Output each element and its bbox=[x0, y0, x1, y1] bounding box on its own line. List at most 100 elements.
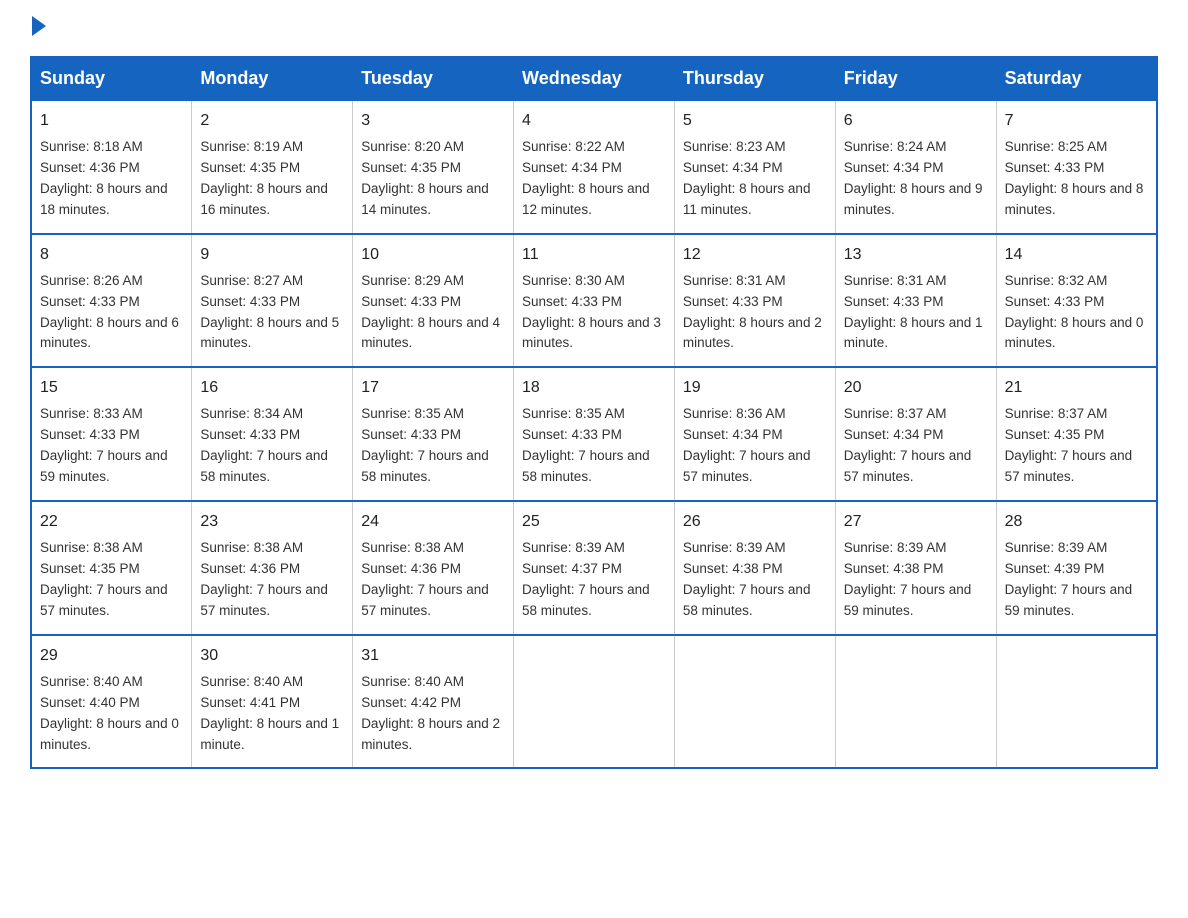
day-number: 14 bbox=[1005, 243, 1148, 267]
calendar-cell: 5 Sunrise: 8:23 AMSunset: 4:34 PMDayligh… bbox=[674, 100, 835, 234]
day-info: Sunrise: 8:31 AMSunset: 4:33 PMDaylight:… bbox=[844, 273, 983, 351]
calendar-cell: 28 Sunrise: 8:39 AMSunset: 4:39 PMDaylig… bbox=[996, 501, 1157, 635]
day-info: Sunrise: 8:37 AMSunset: 4:35 PMDaylight:… bbox=[1005, 406, 1133, 484]
day-number: 7 bbox=[1005, 109, 1148, 133]
day-number: 21 bbox=[1005, 376, 1148, 400]
calendar-week-row: 15 Sunrise: 8:33 AMSunset: 4:33 PMDaylig… bbox=[31, 367, 1157, 501]
calendar-cell: 17 Sunrise: 8:35 AMSunset: 4:33 PMDaylig… bbox=[353, 367, 514, 501]
day-number: 13 bbox=[844, 243, 988, 267]
day-number: 23 bbox=[200, 510, 344, 534]
page-header bbox=[30, 20, 1158, 36]
day-number: 4 bbox=[522, 109, 666, 133]
calendar-cell bbox=[674, 635, 835, 769]
day-info: Sunrise: 8:39 AMSunset: 4:39 PMDaylight:… bbox=[1005, 540, 1133, 618]
day-info: Sunrise: 8:22 AMSunset: 4:34 PMDaylight:… bbox=[522, 139, 650, 217]
calendar-cell: 15 Sunrise: 8:33 AMSunset: 4:33 PMDaylig… bbox=[31, 367, 192, 501]
day-info: Sunrise: 8:19 AMSunset: 4:35 PMDaylight:… bbox=[200, 139, 328, 217]
calendar-week-row: 22 Sunrise: 8:38 AMSunset: 4:35 PMDaylig… bbox=[31, 501, 1157, 635]
calendar-cell: 4 Sunrise: 8:22 AMSunset: 4:34 PMDayligh… bbox=[514, 100, 675, 234]
logo bbox=[30, 20, 46, 36]
day-info: Sunrise: 8:37 AMSunset: 4:34 PMDaylight:… bbox=[844, 406, 972, 484]
day-info: Sunrise: 8:30 AMSunset: 4:33 PMDaylight:… bbox=[522, 273, 661, 351]
day-info: Sunrise: 8:31 AMSunset: 4:33 PMDaylight:… bbox=[683, 273, 822, 351]
calendar-body: 1 Sunrise: 8:18 AMSunset: 4:36 PMDayligh… bbox=[31, 100, 1157, 768]
day-info: Sunrise: 8:39 AMSunset: 4:38 PMDaylight:… bbox=[844, 540, 972, 618]
weekday-header-monday: Monday bbox=[192, 57, 353, 100]
day-info: Sunrise: 8:29 AMSunset: 4:33 PMDaylight:… bbox=[361, 273, 500, 351]
day-number: 19 bbox=[683, 376, 827, 400]
calendar-cell: 31 Sunrise: 8:40 AMSunset: 4:42 PMDaylig… bbox=[353, 635, 514, 769]
day-info: Sunrise: 8:33 AMSunset: 4:33 PMDaylight:… bbox=[40, 406, 168, 484]
day-info: Sunrise: 8:18 AMSunset: 4:36 PMDaylight:… bbox=[40, 139, 168, 217]
calendar-week-row: 29 Sunrise: 8:40 AMSunset: 4:40 PMDaylig… bbox=[31, 635, 1157, 769]
calendar-cell: 29 Sunrise: 8:40 AMSunset: 4:40 PMDaylig… bbox=[31, 635, 192, 769]
day-number: 20 bbox=[844, 376, 988, 400]
calendar-cell: 19 Sunrise: 8:36 AMSunset: 4:34 PMDaylig… bbox=[674, 367, 835, 501]
day-number: 31 bbox=[361, 644, 505, 668]
day-info: Sunrise: 8:23 AMSunset: 4:34 PMDaylight:… bbox=[683, 139, 811, 217]
day-info: Sunrise: 8:40 AMSunset: 4:42 PMDaylight:… bbox=[361, 674, 500, 752]
day-number: 9 bbox=[200, 243, 344, 267]
day-number: 6 bbox=[844, 109, 988, 133]
calendar-cell: 1 Sunrise: 8:18 AMSunset: 4:36 PMDayligh… bbox=[31, 100, 192, 234]
logo-line1 bbox=[30, 20, 46, 36]
day-number: 18 bbox=[522, 376, 666, 400]
calendar-cell: 13 Sunrise: 8:31 AMSunset: 4:33 PMDaylig… bbox=[835, 234, 996, 368]
calendar-cell: 2 Sunrise: 8:19 AMSunset: 4:35 PMDayligh… bbox=[192, 100, 353, 234]
calendar-cell: 9 Sunrise: 8:27 AMSunset: 4:33 PMDayligh… bbox=[192, 234, 353, 368]
day-info: Sunrise: 8:38 AMSunset: 4:36 PMDaylight:… bbox=[361, 540, 489, 618]
day-number: 30 bbox=[200, 644, 344, 668]
day-info: Sunrise: 8:27 AMSunset: 4:33 PMDaylight:… bbox=[200, 273, 339, 351]
day-info: Sunrise: 8:26 AMSunset: 4:33 PMDaylight:… bbox=[40, 273, 179, 351]
day-number: 25 bbox=[522, 510, 666, 534]
day-info: Sunrise: 8:38 AMSunset: 4:36 PMDaylight:… bbox=[200, 540, 328, 618]
calendar-cell: 7 Sunrise: 8:25 AMSunset: 4:33 PMDayligh… bbox=[996, 100, 1157, 234]
calendar-cell: 21 Sunrise: 8:37 AMSunset: 4:35 PMDaylig… bbox=[996, 367, 1157, 501]
calendar-cell: 10 Sunrise: 8:29 AMSunset: 4:33 PMDaylig… bbox=[353, 234, 514, 368]
calendar-cell: 14 Sunrise: 8:32 AMSunset: 4:33 PMDaylig… bbox=[996, 234, 1157, 368]
day-number: 16 bbox=[200, 376, 344, 400]
calendar-cell bbox=[996, 635, 1157, 769]
weekday-header-wednesday: Wednesday bbox=[514, 57, 675, 100]
calendar-cell: 16 Sunrise: 8:34 AMSunset: 4:33 PMDaylig… bbox=[192, 367, 353, 501]
day-number: 10 bbox=[361, 243, 505, 267]
day-info: Sunrise: 8:36 AMSunset: 4:34 PMDaylight:… bbox=[683, 406, 811, 484]
day-info: Sunrise: 8:39 AMSunset: 4:37 PMDaylight:… bbox=[522, 540, 650, 618]
day-number: 1 bbox=[40, 109, 183, 133]
calendar-header: SundayMondayTuesdayWednesdayThursdayFrid… bbox=[31, 57, 1157, 100]
logo-arrow-icon bbox=[32, 16, 46, 36]
calendar-cell bbox=[835, 635, 996, 769]
day-number: 5 bbox=[683, 109, 827, 133]
day-number: 17 bbox=[361, 376, 505, 400]
day-info: Sunrise: 8:40 AMSunset: 4:41 PMDaylight:… bbox=[200, 674, 339, 752]
weekday-header-thursday: Thursday bbox=[674, 57, 835, 100]
calendar-table: SundayMondayTuesdayWednesdayThursdayFrid… bbox=[30, 56, 1158, 769]
day-number: 3 bbox=[361, 109, 505, 133]
day-number: 27 bbox=[844, 510, 988, 534]
day-number: 28 bbox=[1005, 510, 1148, 534]
calendar-cell: 20 Sunrise: 8:37 AMSunset: 4:34 PMDaylig… bbox=[835, 367, 996, 501]
calendar-cell: 18 Sunrise: 8:35 AMSunset: 4:33 PMDaylig… bbox=[514, 367, 675, 501]
day-info: Sunrise: 8:32 AMSunset: 4:33 PMDaylight:… bbox=[1005, 273, 1144, 351]
calendar-cell: 12 Sunrise: 8:31 AMSunset: 4:33 PMDaylig… bbox=[674, 234, 835, 368]
calendar-cell: 6 Sunrise: 8:24 AMSunset: 4:34 PMDayligh… bbox=[835, 100, 996, 234]
day-number: 15 bbox=[40, 376, 183, 400]
day-number: 12 bbox=[683, 243, 827, 267]
calendar-cell bbox=[514, 635, 675, 769]
day-number: 29 bbox=[40, 644, 183, 668]
day-number: 26 bbox=[683, 510, 827, 534]
calendar-cell: 11 Sunrise: 8:30 AMSunset: 4:33 PMDaylig… bbox=[514, 234, 675, 368]
calendar-cell: 26 Sunrise: 8:39 AMSunset: 4:38 PMDaylig… bbox=[674, 501, 835, 635]
day-info: Sunrise: 8:40 AMSunset: 4:40 PMDaylight:… bbox=[40, 674, 179, 752]
day-info: Sunrise: 8:38 AMSunset: 4:35 PMDaylight:… bbox=[40, 540, 168, 618]
calendar-cell: 24 Sunrise: 8:38 AMSunset: 4:36 PMDaylig… bbox=[353, 501, 514, 635]
day-info: Sunrise: 8:25 AMSunset: 4:33 PMDaylight:… bbox=[1005, 139, 1144, 217]
weekday-header-saturday: Saturday bbox=[996, 57, 1157, 100]
calendar-week-row: 8 Sunrise: 8:26 AMSunset: 4:33 PMDayligh… bbox=[31, 234, 1157, 368]
day-number: 24 bbox=[361, 510, 505, 534]
calendar-week-row: 1 Sunrise: 8:18 AMSunset: 4:36 PMDayligh… bbox=[31, 100, 1157, 234]
day-info: Sunrise: 8:35 AMSunset: 4:33 PMDaylight:… bbox=[522, 406, 650, 484]
calendar-cell: 25 Sunrise: 8:39 AMSunset: 4:37 PMDaylig… bbox=[514, 501, 675, 635]
day-number: 8 bbox=[40, 243, 183, 267]
day-number: 2 bbox=[200, 109, 344, 133]
